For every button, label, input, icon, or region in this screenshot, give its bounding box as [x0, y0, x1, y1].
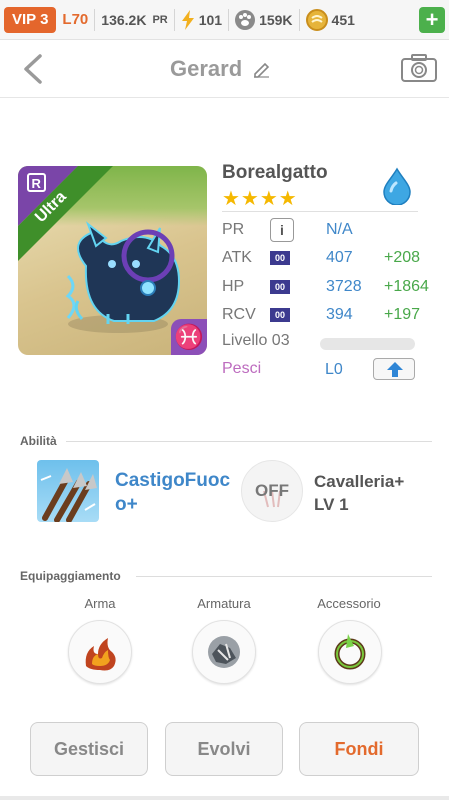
divider	[94, 8, 96, 31]
rarity-stars: ★★★★	[222, 188, 298, 210]
energy-value: 101	[198, 11, 223, 28]
active-skill-name[interactable]: CastigoFuoc o+	[115, 469, 240, 517]
arrows-icon	[40, 468, 97, 522]
rcv-row: RCV 00 394 +197	[222, 303, 420, 327]
leader-level-line: LV 1	[314, 495, 349, 514]
pr-row: PR i N/A	[222, 218, 384, 242]
evolve-button[interactable]: Evolvi	[165, 722, 283, 776]
vip-badge[interactable]: VIP 3	[4, 6, 57, 33]
paw-value: 159K	[259, 11, 293, 28]
hp-value: 3728	[326, 278, 362, 295]
level-label: Livello 03	[222, 332, 290, 349]
bottom-edge	[0, 796, 449, 800]
monster-portrait[interactable]: R Ultra ♓	[18, 166, 207, 355]
atk-value: 407	[326, 249, 353, 266]
atk-label: ATK	[222, 249, 252, 266]
add-currency-button[interactable]: +	[419, 6, 445, 33]
weapon-label: Arma	[84, 596, 116, 611]
coin-value: 451	[331, 11, 355, 28]
skill-name-line: CastigoFuoc	[115, 470, 231, 491]
fish-label: Pesci	[222, 360, 262, 377]
armor-icon	[208, 636, 240, 668]
leader-skill-name[interactable]: Cavalleria+ LV 1	[314, 470, 404, 516]
pr-label: PR	[222, 221, 245, 238]
pr-stat: 136.2K PR	[101, 12, 167, 28]
hp-tag: 00	[270, 280, 290, 294]
coin-stat[interactable]: 451	[305, 8, 355, 31]
rcv-label: RCV	[222, 306, 256, 323]
paw-stat[interactable]: 159K	[235, 9, 293, 30]
skill-icon[interactable]	[37, 460, 99, 522]
merge-button[interactable]: Fondi	[299, 722, 419, 776]
skill-name-line: o+	[115, 494, 138, 515]
leader-name-line: Cavalleria+	[314, 472, 405, 491]
fish-level: L0	[325, 361, 343, 378]
armor-label: Armatura	[197, 596, 251, 611]
accessory-label: Accessorio	[317, 596, 381, 611]
atk-bonus: +208	[384, 249, 421, 266]
pisces-sign-icon: ♓	[171, 319, 207, 355]
leader-status: OFF	[255, 481, 289, 500]
flame-weapon-icon	[85, 638, 116, 671]
upgrade-button[interactable]	[373, 358, 415, 380]
pr-value: N/A	[326, 221, 353, 238]
abilities-section-title: Abilità	[20, 434, 57, 448]
lightning-icon	[181, 9, 194, 30]
green-gem-accessory-icon	[334, 634, 366, 670]
equipment-section-title: Equipaggiamento	[20, 569, 121, 583]
up-arrow-icon	[387, 362, 403, 377]
coin-icon	[305, 8, 328, 31]
player-level: L70	[62, 11, 89, 28]
rcv-tag: 00	[270, 308, 290, 322]
page-title: Gerard	[170, 56, 243, 81]
paw-icon	[235, 9, 256, 30]
divider	[173, 8, 175, 31]
accessory-slot[interactable]	[318, 620, 382, 684]
rcv-bonus: +197	[384, 306, 421, 323]
divider	[298, 8, 300, 31]
svg-text:R: R	[32, 176, 42, 191]
fish-row: Pesci	[222, 360, 261, 378]
camera-icon[interactable]	[401, 54, 437, 82]
page-header: Gerard	[0, 40, 449, 98]
divider	[228, 8, 230, 31]
pr-suffix: PR	[152, 13, 168, 26]
manage-button[interactable]: Gestisci	[30, 722, 148, 776]
hp-row: HP 00 3728 +1864	[222, 275, 429, 299]
water-element-icon	[383, 167, 411, 205]
divider	[66, 441, 432, 442]
monster-name: Borealgatto	[222, 162, 328, 183]
title-group: Gerard	[170, 56, 270, 82]
armor-slot[interactable]	[192, 620, 256, 684]
atk-row: ATK 00 407 +208	[222, 246, 420, 270]
divider	[222, 211, 418, 212]
hp-bonus: +1864	[384, 278, 429, 295]
status-bar: VIP 3 L70 136.2K PR 101 159K 451 +	[0, 0, 449, 40]
rcv-value: 394	[326, 306, 353, 323]
leader-skill-toggle[interactable]: OFF	[241, 460, 303, 522]
energy-stat[interactable]: 101	[181, 9, 223, 30]
level-progress-bar	[320, 338, 415, 350]
pr-value: 136.2K	[101, 11, 147, 28]
weapon-slot[interactable]	[68, 620, 132, 684]
edit-pencil-icon[interactable]	[252, 60, 270, 78]
monster-sprite	[65, 221, 181, 333]
divider	[136, 576, 432, 577]
info-button[interactable]: i	[270, 218, 294, 242]
back-chevron-icon[interactable]	[20, 53, 46, 85]
hp-label: HP	[222, 278, 245, 295]
atk-tag: 00	[270, 251, 290, 265]
